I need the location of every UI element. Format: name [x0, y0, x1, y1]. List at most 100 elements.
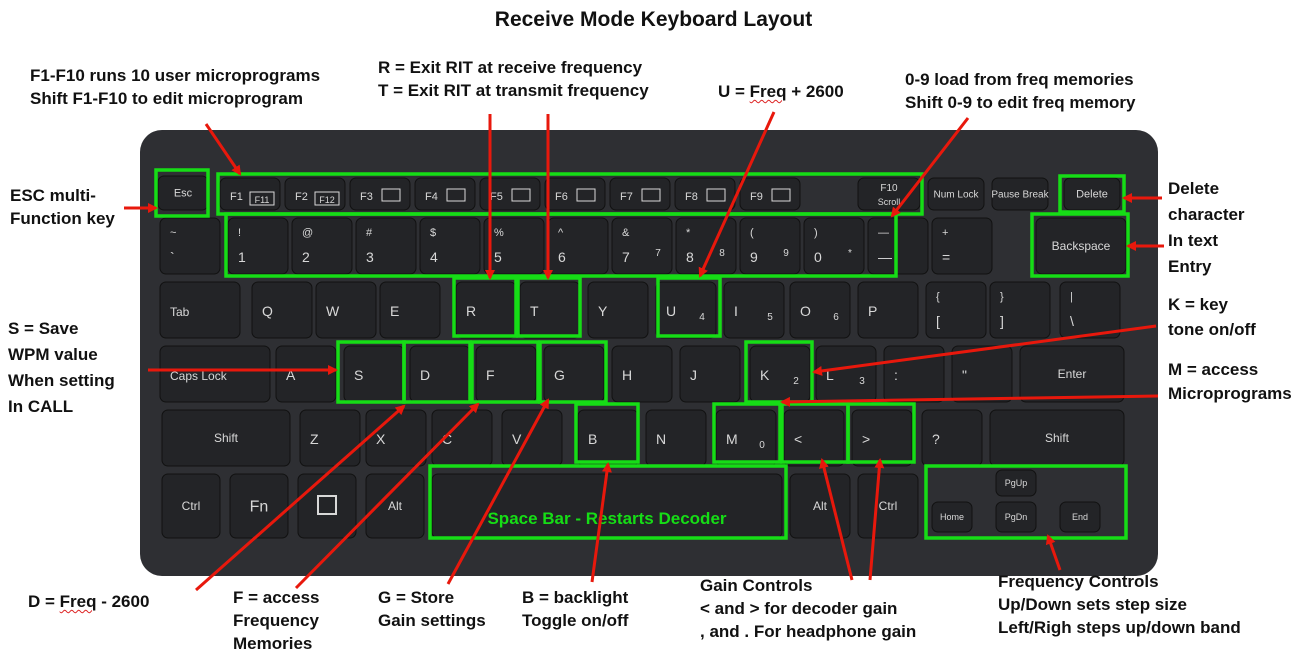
key-tab[interactable]: Tab	[159, 281, 241, 339]
key-f3[interactable]: F3	[349, 177, 411, 211]
key-q-q[interactable]: Q	[251, 281, 313, 339]
key-f6[interactable]: F6	[544, 177, 606, 211]
key-pgdn[interactable]: PgDn	[995, 501, 1037, 533]
key-label: F4	[425, 191, 438, 203]
key-esc[interactable]: Esc	[157, 175, 209, 211]
key-s-x[interactable]: X	[365, 409, 427, 467]
key-q-o[interactable]: O6	[789, 281, 851, 339]
key-num-6[interactable]: 6^	[547, 217, 609, 275]
key-h-h[interactable]: H	[611, 345, 673, 403]
key-num-9[interactable]: 9 (9	[739, 217, 801, 275]
key-q[interactable]: ]}	[989, 281, 1051, 339]
space-bar-key[interactable]: Space Bar - Restarts Decoder	[431, 473, 783, 539]
key-label: 6	[558, 249, 566, 265]
key-s-m[interactable]: M0	[715, 409, 777, 467]
key-caps-lock[interactable]: Caps Lock	[159, 345, 271, 403]
key-f2[interactable]: F2 F12	[284, 177, 346, 211]
key-s-v[interactable]: V	[501, 409, 563, 467]
key-label: 8	[686, 249, 694, 265]
key-shift-left[interactable]: Shift	[161, 409, 291, 467]
key-f4[interactable]: F4	[414, 177, 476, 211]
key-alt-right[interactable]: Alt	[789, 473, 851, 539]
key-label: 1	[238, 249, 246, 265]
key-f9[interactable]: F9	[739, 177, 801, 211]
key-num-equals[interactable]: =+	[931, 217, 993, 275]
key-q-r[interactable]: R	[455, 281, 517, 339]
key-num-lock[interactable]: Num Lock	[927, 177, 985, 211]
key-ctrl-right[interactable]: Ctrl	[857, 473, 919, 539]
key-q[interactable]: \|	[1059, 281, 1121, 339]
key-s[interactable]: >	[851, 409, 913, 467]
key-shift-right[interactable]: Shift	[989, 409, 1125, 467]
key-h-s[interactable]: S	[343, 345, 405, 403]
keycap	[609, 177, 671, 211]
keycap	[299, 409, 361, 467]
key-q-u[interactable]: U4	[655, 281, 717, 339]
key-h-a[interactable]: A	[275, 345, 337, 403]
key-alt-left[interactable]: Alt	[365, 473, 425, 539]
key-q-p[interactable]: P	[857, 281, 919, 339]
keycap	[227, 217, 289, 275]
key-s-n[interactable]: N	[645, 409, 707, 467]
key-num-5[interactable]: 5%	[483, 217, 545, 275]
key-s-z[interactable]: Z	[299, 409, 361, 467]
keycap	[251, 281, 313, 339]
key-h-l[interactable]: L3	[815, 345, 877, 403]
key-end[interactable]: End	[1059, 501, 1101, 533]
key-f1[interactable]: F1 F11	[219, 177, 281, 211]
key-num-7[interactable]: 7 & 7	[611, 217, 673, 275]
key-f7[interactable]: F7	[609, 177, 671, 211]
keycap	[739, 177, 801, 211]
key-label: [	[936, 313, 940, 329]
key-num-4[interactable]: 4$	[419, 217, 481, 275]
key-f8[interactable]: F8	[674, 177, 736, 211]
key-q-t[interactable]: T	[519, 281, 581, 339]
key-s[interactable]: <	[783, 409, 845, 467]
key-top-label: #	[366, 227, 373, 239]
key-h-f[interactable]: F	[475, 345, 537, 403]
key-delete[interactable]: Delete	[1063, 177, 1121, 211]
key-pause-break[interactable]: Pause Break	[991, 177, 1050, 211]
key-top-label: *	[686, 227, 691, 239]
key-h-k[interactable]: K2	[749, 345, 811, 403]
key-h[interactable]: "	[951, 345, 1013, 403]
key-num-minus[interactable]: ——	[867, 217, 929, 275]
key-home[interactable]: Home	[931, 501, 973, 533]
key-label: D	[420, 367, 430, 383]
gain-annotation: Gain Controls < and > for decoder gain ,…	[700, 576, 917, 641]
windows-key[interactable]	[297, 473, 357, 539]
key-q-i[interactable]: I5	[723, 281, 785, 339]
keycap	[611, 217, 673, 275]
key-label: 2	[302, 249, 310, 265]
key-label: F2	[295, 191, 308, 203]
key-pgup[interactable]: PgUp	[995, 469, 1037, 497]
key-num-backtick[interactable]: `~	[159, 217, 221, 275]
key-backspace[interactable]: Backspace	[1035, 217, 1127, 275]
key-num-2[interactable]: 2@	[291, 217, 353, 275]
key-label: T	[530, 303, 539, 319]
key-label: G	[554, 367, 565, 383]
key-q[interactable]: [{	[925, 281, 987, 339]
keycap	[547, 217, 609, 275]
key-q-e[interactable]: E	[379, 281, 441, 339]
key-enter[interactable]: Enter	[1019, 345, 1125, 403]
key-fn[interactable]: Fn	[229, 473, 289, 539]
key-h-j[interactable]: J	[679, 345, 741, 403]
key-label: F6	[555, 191, 568, 203]
key-label: 4	[430, 249, 438, 265]
key-q-y[interactable]: Y	[587, 281, 649, 339]
key-ctrl-left[interactable]: Ctrl	[161, 473, 221, 539]
key-h-d[interactable]: D	[409, 345, 471, 403]
key-num-3[interactable]: 3#	[355, 217, 417, 275]
keycap	[379, 281, 441, 339]
key-label: Tab	[170, 305, 190, 319]
key-q-w[interactable]: W	[315, 281, 377, 339]
keycap	[455, 281, 517, 339]
g-store-annotation: G = Store Gain settings	[378, 588, 486, 630]
key-s[interactable]: ?	[921, 409, 983, 467]
key-num-1[interactable]: 1!	[227, 217, 289, 275]
key-num-0[interactable]: 0) *	[803, 217, 865, 275]
key-s-b[interactable]: B	[577, 409, 639, 467]
key-label: U	[666, 303, 676, 319]
key-h-g[interactable]: G	[543, 345, 605, 403]
